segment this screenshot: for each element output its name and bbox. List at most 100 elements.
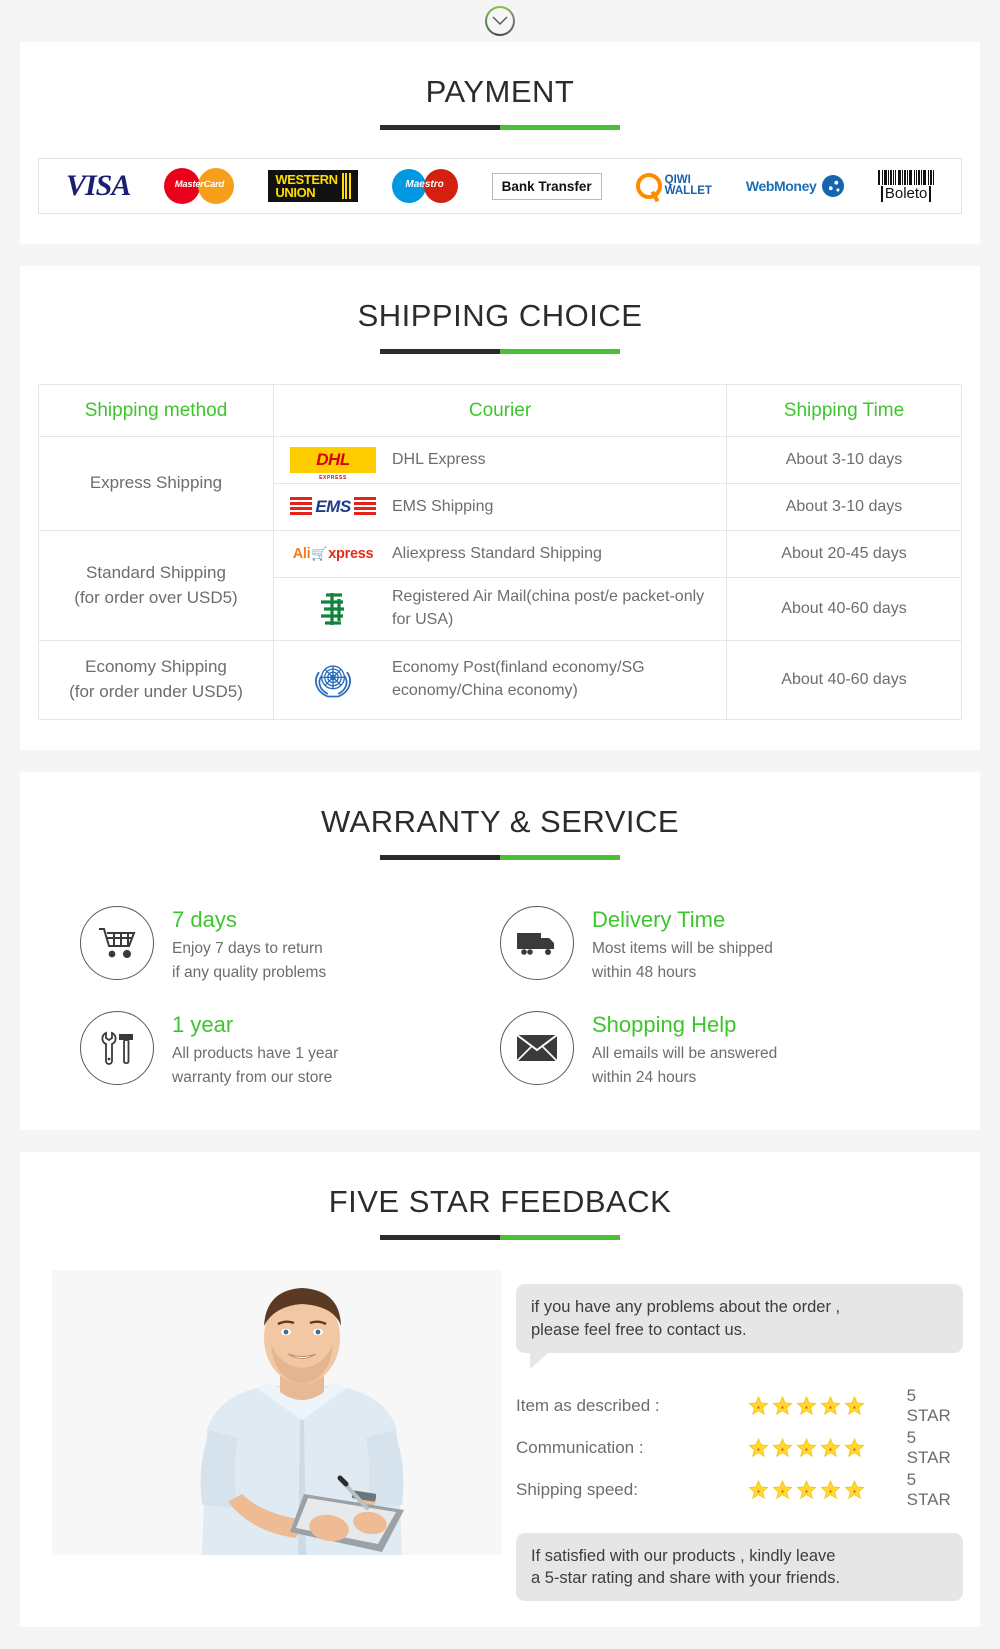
feedback-body: if you have any problems about the order… (52, 1270, 964, 1601)
header-courier: Courier (273, 384, 727, 437)
envelope-glyph (516, 1034, 558, 1062)
support-agent-photo (52, 1270, 502, 1556)
star-icon (820, 1480, 841, 1500)
warranty-item-shopping-help: Shopping Help All emails will be answere… (500, 1011, 920, 1090)
bank-transfer-logo: Bank Transfer (491, 172, 602, 200)
title-rule (380, 349, 620, 354)
warranty-title: WARRANTY & SERVICE (320, 804, 680, 839)
warranty-item-title: Delivery Time (592, 907, 726, 932)
courier-name: Registered Air Mail(china post/e packet-… (392, 588, 705, 628)
un-post-logo (274, 660, 392, 700)
method-standard: Standard Shipping (for order over USD5) (38, 530, 274, 641)
star-icon (844, 1438, 865, 1458)
warranty-section: WARRANTY & SERVICE 7 days Enjoy 7 days t… (20, 772, 980, 1131)
table-row: Economy Shipping (for order under USD5) (38, 640, 962, 720)
star-icon (796, 1396, 817, 1416)
rating-row-shipping-speed: Shipping speed: 5 STAR (516, 1469, 963, 1511)
warranty-item-delivery-time: Delivery Time Most items will be shipped… (500, 906, 920, 985)
tools-icon (80, 1011, 154, 1086)
contact-bubble-line1: if you have any problems about the order… (531, 1298, 841, 1317)
courier-cell-chinapost: Registered Air Mail(china post/e packet-… (273, 577, 727, 641)
ratings-list: Item as described : 5 STAR Communication… (516, 1385, 963, 1511)
dhl-logo: DHL EXPRESS (274, 447, 392, 481)
rating-row-communication: Communication : 5 STAR (516, 1427, 963, 1469)
wrench-hammer-glyph (101, 1031, 133, 1066)
warranty-item-7-days: 7 days Enjoy 7 days to return if any qua… (80, 906, 500, 985)
mastercard-label: MasterCard (174, 179, 225, 190)
wu-line2: UNION (275, 185, 316, 200)
warranty-item-line1: Enjoy 7 days to return (172, 940, 323, 958)
warranty-item-line2: within 48 hours (592, 964, 697, 982)
rating-value: 5 STAR (906, 1469, 951, 1509)
truck-glyph (517, 933, 554, 955)
star-icon (748, 1396, 769, 1416)
star-icon (772, 1438, 793, 1458)
warranty-item-line2: warranty from our store (172, 1069, 333, 1087)
feedback-section: FIVE STAR FEEDBACK if you have any probl… (20, 1152, 980, 1627)
star-icon (820, 1438, 841, 1458)
collapse-toggle[interactable] (0, 0, 1000, 42)
ems-logo: EMS (274, 493, 392, 521)
webmoney-globe-icon (822, 175, 845, 197)
star-icon (796, 1480, 817, 1500)
header-shipping-method: Shipping method (38, 384, 274, 437)
feedback-details: if you have any problems about the order… (502, 1270, 964, 1601)
star-rating (748, 1395, 888, 1416)
rating-label: Communication : (516, 1437, 644, 1457)
barcode-icon (878, 169, 934, 185)
star-icon (796, 1438, 817, 1458)
cart-glyph (99, 928, 136, 958)
courier-name: DHL Express (392, 450, 486, 468)
star-icon (748, 1438, 769, 1458)
warranty-item-title: 1 year (172, 1012, 234, 1038)
title-rule (380, 1235, 620, 1241)
courier-name: EMS Shipping (392, 497, 494, 515)
aliexpress-logo: Ali 🛒 xpress (292, 546, 374, 562)
shopping-cart-icon (80, 906, 154, 980)
title-rule (380, 125, 620, 130)
table-header-row: Shipping method Courier Shipping Time (38, 384, 962, 437)
envelope-icon (500, 1011, 574, 1086)
warranty-item-1-year: 1 year All products have 1 year warranty… (80, 1011, 500, 1090)
time-cell: About 3-10 days (726, 483, 962, 531)
table-row: Express Shipping DHL EXPRESS DHL Express … (38, 436, 962, 531)
payment-methods-strip: VISA MasterCard WESTERN UNION Maestro Ba… (38, 158, 962, 214)
warranty-grid: 7 days Enjoy 7 days to return if any qua… (80, 906, 920, 1090)
method-express: Express Shipping (38, 436, 274, 531)
china-post-logo (274, 588, 392, 630)
rating-request-line2: a 5-star rating and share with your frie… (531, 1568, 841, 1587)
warranty-item-title: 7 days (172, 907, 237, 932)
contact-bubble-line2: please feel free to contact us. (531, 1320, 747, 1339)
star-icon (748, 1480, 769, 1500)
qiwi-q-icon (635, 173, 662, 199)
courier-name: Economy Post(finland economy/SG economy/… (392, 659, 645, 699)
rating-request-line1: If satisfied with our products , kindly … (531, 1546, 836, 1565)
time-cell: About 40-60 days (726, 577, 962, 641)
shipping-title: SHIPPING CHOICE (357, 298, 643, 333)
warranty-item-line2: within 24 hours (592, 1069, 697, 1087)
star-rating (748, 1437, 888, 1458)
payment-title: PAYMENT (425, 74, 575, 109)
time-cell: About 40-60 days (726, 640, 962, 720)
feedback-title: FIVE STAR FEEDBACK (328, 1184, 672, 1220)
warranty-item-line1: All emails will be answered (592, 1045, 778, 1063)
rating-label: Shipping speed: (516, 1479, 638, 1499)
delivery-truck-icon (500, 906, 574, 980)
maestro-logo: Maestro (391, 169, 458, 203)
header-shipping-time: Shipping Time (726, 384, 962, 437)
star-rating (748, 1479, 888, 1500)
time-cell: About 20-45 days (726, 530, 962, 578)
rating-row-item-as-described: Item as described : 5 STAR (516, 1385, 963, 1427)
chevron-glyph (492, 16, 508, 25)
star-icon (772, 1396, 793, 1416)
mastercard-logo: MasterCard (164, 168, 235, 204)
table-row: Standard Shipping (for order over USD5) … (38, 530, 962, 641)
chevron-down-icon[interactable] (485, 6, 515, 36)
star-icon (844, 1480, 865, 1500)
warranty-item-line1: Most items will be shipped (592, 940, 773, 958)
contact-bubble: if you have any problems about the order… (516, 1284, 964, 1369)
title-rule (380, 855, 620, 860)
shipping-section: SHIPPING CHOICE Shipping method Courier … (20, 266, 980, 750)
courier-cell-aliexpress: Ali 🛒 xpress Aliexpress Standard Shipping (273, 530, 727, 578)
product-description-page: PAYMENT VISA MasterCard WESTERN UNION Ma… (0, 0, 1000, 1627)
